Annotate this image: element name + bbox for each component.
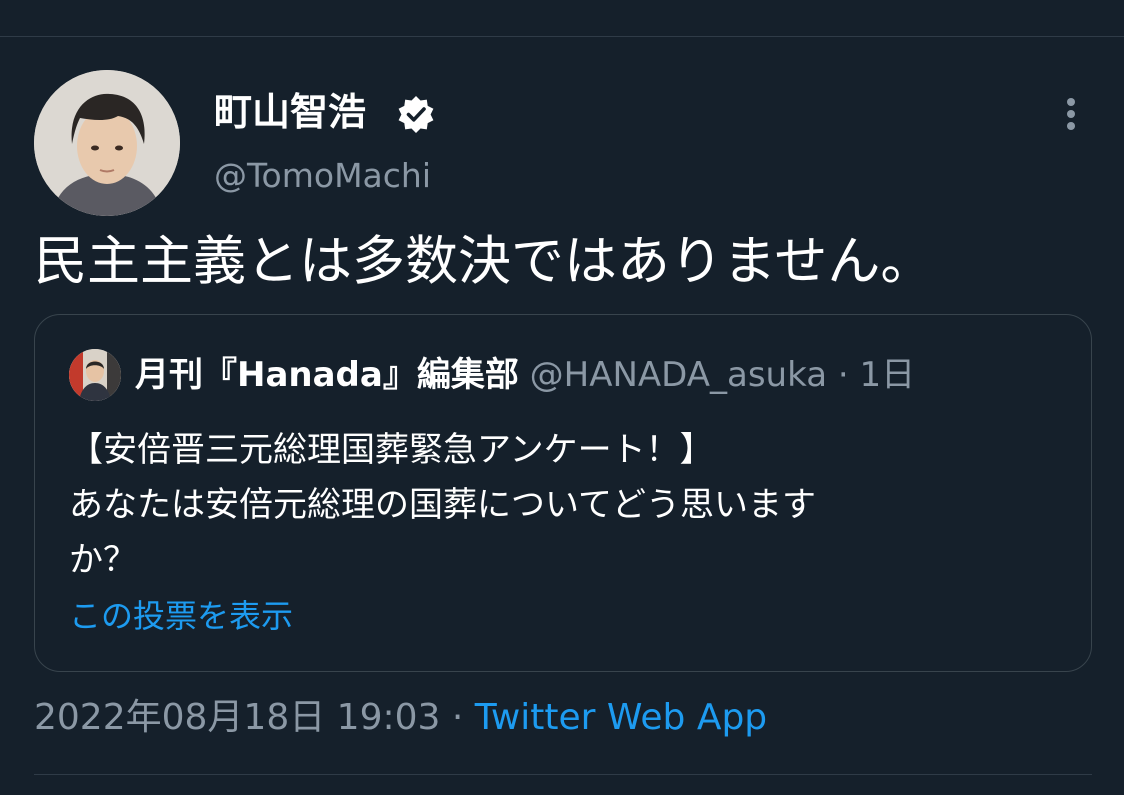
quoted-tweet-time: 1日 bbox=[859, 355, 916, 395]
quoted-tweet-body: 【安倍晋三元総理国葬緊急アンケート！】 あなたは安倍元総理の国葬についてどう思い… bbox=[69, 423, 1069, 588]
top-divider bbox=[0, 36, 1124, 37]
tweet-meta: 2022年08月18日 19:03 · Twitter Web App bbox=[34, 694, 767, 742]
bottom-divider bbox=[34, 774, 1092, 775]
author-avatar[interactable] bbox=[34, 70, 180, 216]
avatar-photo-icon bbox=[34, 70, 180, 216]
meta-separator: · bbox=[451, 697, 464, 738]
quoted-header-separator: · bbox=[837, 355, 849, 395]
tweet-source-link[interactable]: Twitter Web App bbox=[475, 697, 767, 738]
more-options-icon[interactable] bbox=[1056, 94, 1086, 134]
quoted-tweet-line: あなたは安倍元総理の国葬についてどう思います bbox=[69, 485, 816, 525]
quoted-tweet-line: 【安倍晋三元総理国葬緊急アンケート！】 bbox=[69, 430, 714, 470]
quoted-author-handle: @HANADA_asuka bbox=[529, 355, 828, 395]
quoted-tweet-line: か？ bbox=[69, 540, 137, 580]
author-handle[interactable]: @TomoMachi bbox=[214, 154, 431, 198]
tweet-detail-view: 町山智浩 @TomoMachi 民主主義とは多数決ではありません。 月刊『Han… bbox=[0, 0, 1124, 795]
author-display-name[interactable]: 町山智浩 bbox=[214, 88, 366, 136]
quoted-author-name: 月刊『Hanada』編集部 bbox=[135, 355, 519, 395]
tweet-text: 民主主義とは多数決ではありません。 bbox=[34, 231, 934, 292]
quoted-tweet-header: 月刊『Hanada』編集部 @HANADA_asuka · 1日 bbox=[135, 349, 915, 401]
show-poll-link[interactable]: この投票を表示 bbox=[69, 593, 293, 639]
magazine-cover-icon bbox=[69, 349, 121, 401]
quoted-author-avatar bbox=[69, 349, 121, 401]
verified-badge-icon bbox=[398, 96, 434, 133]
quoted-tweet-card[interactable]: 月刊『Hanada』編集部 @HANADA_asuka · 1日 【安倍晋三元総… bbox=[34, 314, 1092, 672]
tweet-timestamp[interactable]: 2022年08月18日 19:03 bbox=[34, 697, 440, 738]
